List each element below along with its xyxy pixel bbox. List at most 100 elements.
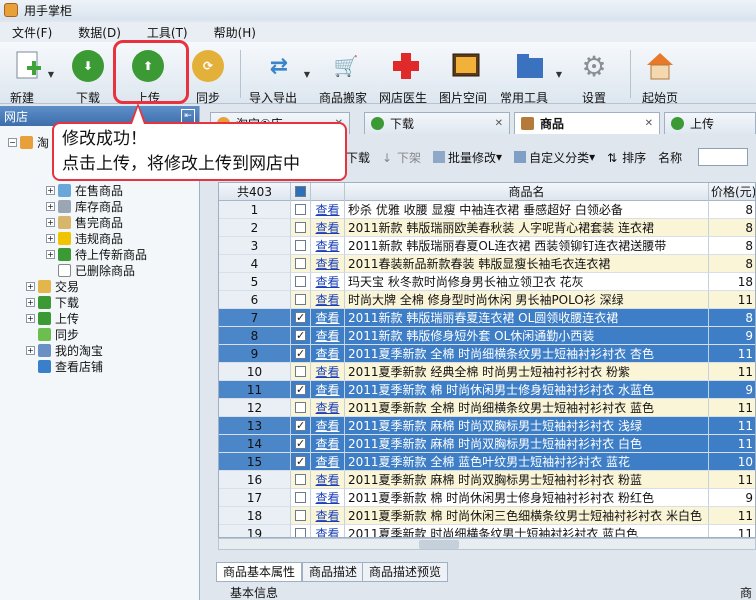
batch-edit-button[interactable]: 批量修改 ▾ bbox=[433, 149, 502, 166]
tree-item-pending-upload[interactable]: + 待上传新商品 bbox=[46, 246, 147, 262]
menu-data[interactable]: 数据(D) bbox=[78, 24, 121, 41]
tab-download[interactable]: 下载 ✕ bbox=[364, 112, 510, 134]
row-checkbox-cell[interactable] bbox=[291, 399, 311, 417]
tab-description-preview[interactable]: 商品描述预览 bbox=[362, 562, 449, 582]
row-checkbox-cell[interactable] bbox=[291, 291, 311, 309]
table-row[interactable]: 15 查看2011夏季新款 全棉 蓝色叶纹男士短袖衬衫衬衣 蓝花10 bbox=[219, 453, 755, 471]
row-checkbox[interactable] bbox=[295, 366, 306, 377]
row-checkbox[interactable] bbox=[295, 435, 306, 452]
expand-icon[interactable]: + bbox=[46, 217, 55, 227]
home-button[interactable]: 起始页 bbox=[632, 44, 688, 105]
horizontal-scrollbar[interactable] bbox=[218, 538, 756, 550]
expand-icon[interactable]: + bbox=[26, 281, 35, 291]
menu-tools[interactable]: 工具(T) bbox=[147, 24, 188, 41]
shelve-down-button[interactable]: ↓ 下架 bbox=[382, 149, 421, 166]
row-checkbox[interactable] bbox=[295, 258, 306, 269]
table-row[interactable]: 16 查看 2011夏季新款 麻棉 时尚双胸标男士短袖衬衫衬衣 粉蓝 11 bbox=[219, 471, 755, 489]
view-link[interactable]: 查看 bbox=[311, 417, 345, 435]
tree-item-stock[interactable]: + 库存商品 bbox=[46, 198, 123, 214]
view-link[interactable]: 查看 bbox=[311, 345, 345, 363]
menu-file[interactable]: 文件(F) bbox=[12, 24, 52, 41]
tree-item-shop[interactable]: − 淘 bbox=[8, 134, 49, 150]
row-checkbox-cell[interactable] bbox=[291, 525, 311, 537]
table-row[interactable]: 7 查看2011新款 韩版瑞丽春夏连衣裙 OL圆领收腰连衣裙8 bbox=[219, 309, 755, 327]
tree-item-on-sale[interactable]: + 在售商品 bbox=[46, 182, 123, 198]
row-checkbox-cell[interactable] bbox=[291, 237, 311, 255]
view-link[interactable]: 查看 bbox=[311, 525, 345, 537]
view-link[interactable]: 查看 bbox=[311, 255, 345, 273]
table-row[interactable]: 8 查看2011新款 韩版修身短外套 OL休闲通勤小西装9 bbox=[219, 327, 755, 345]
table-row[interactable]: 18 查看 2011夏季新款 棉 时尚休闲三色细横条纹男士短袖衬衫衬衣 米白色 11 bbox=[219, 507, 755, 525]
close-icon[interactable]: ✕ bbox=[495, 118, 503, 129]
tools-button[interactable]: ▼ 常用工具 bbox=[496, 44, 564, 105]
table-row[interactable]: 10 查看 2011夏季新款 经典全棉 时尚男士短袖衬衫衬衣 粉紫 11 bbox=[219, 363, 755, 381]
view-link[interactable]: 查看 bbox=[311, 309, 345, 327]
row-checkbox-cell[interactable] bbox=[291, 201, 311, 219]
view-link[interactable]: 查看 bbox=[311, 201, 345, 219]
row-checkbox-cell[interactable] bbox=[291, 453, 311, 471]
table-row[interactable]: 17 查看 2011夏季新款 棉 时尚休闲男士修身短袖衬衫衬衣 粉红色 9 bbox=[219, 489, 755, 507]
row-checkbox-cell[interactable] bbox=[291, 255, 311, 273]
view-link[interactable]: 查看 bbox=[311, 237, 345, 255]
view-link[interactable]: 查看 bbox=[311, 453, 345, 471]
table-row[interactable]: 13 查看2011夏季新款 麻棉 时尚双胸标男士短袖衬衫衬衣 浅绿11 bbox=[219, 417, 755, 435]
row-checkbox[interactable] bbox=[295, 240, 306, 251]
table-row[interactable]: 11 查看2011夏季新款 棉 时尚休闲男士修身短袖衬衫衬衣 水蓝色9 bbox=[219, 381, 755, 399]
settings-button[interactable]: ⚙ 设置 bbox=[566, 44, 622, 106]
chevron-down-icon[interactable]: ▼ bbox=[48, 70, 54, 79]
table-row[interactable]: 6 查看 时尚大牌 全棉 修身型时尚休闲 男长袖POLO衫 深绿 11 bbox=[219, 291, 755, 309]
row-checkbox[interactable] bbox=[295, 204, 306, 215]
row-checkbox[interactable] bbox=[295, 345, 306, 362]
row-checkbox[interactable] bbox=[295, 474, 306, 485]
table-row[interactable]: 1 查看 秒杀 优雅 收腰 显瘦 中袖连衣裙 垂感超好 白领必备 8 bbox=[219, 201, 755, 219]
row-checkbox[interactable] bbox=[295, 492, 306, 503]
row-checkbox-cell[interactable] bbox=[291, 273, 311, 291]
row-checkbox[interactable] bbox=[295, 417, 306, 434]
row-checkbox-cell[interactable] bbox=[291, 435, 311, 453]
expand-icon[interactable]: + bbox=[46, 233, 55, 243]
tab-upload[interactable]: 上传 bbox=[664, 112, 756, 134]
row-checkbox[interactable] bbox=[295, 528, 306, 537]
tree-item-sold-out[interactable]: + 售完商品 bbox=[46, 214, 123, 230]
select-all-checkbox[interactable] bbox=[295, 186, 306, 197]
new-button[interactable]: ▼ 新建 bbox=[0, 44, 56, 105]
expand-icon[interactable]: + bbox=[46, 249, 55, 259]
view-link[interactable]: 查看 bbox=[311, 435, 345, 453]
view-link[interactable]: 查看 bbox=[311, 399, 345, 417]
view-link[interactable]: 查看 bbox=[311, 273, 345, 291]
expand-icon[interactable]: + bbox=[46, 201, 55, 211]
select-all-header[interactable] bbox=[291, 183, 311, 201]
table-row[interactable]: 4 查看 2011春装新品新款春装 韩版显瘦长袖毛衣连衣裙 8 bbox=[219, 255, 755, 273]
close-icon[interactable]: ✕ bbox=[645, 118, 653, 129]
tab-description[interactable]: 商品描述 bbox=[302, 562, 365, 582]
row-checkbox-cell[interactable] bbox=[291, 363, 311, 381]
chevron-down-icon[interactable]: ▼ bbox=[304, 70, 310, 79]
tree-item-upload[interactable]: + 上传 bbox=[26, 310, 79, 326]
doctor-button[interactable]: 网店医生 bbox=[376, 44, 436, 105]
tree-item-violations[interactable]: + 违规商品 bbox=[46, 230, 123, 246]
view-link[interactable]: 查看 bbox=[311, 507, 345, 525]
row-checkbox-cell[interactable] bbox=[291, 327, 311, 345]
row-checkbox[interactable] bbox=[295, 453, 306, 470]
view-link[interactable]: 查看 bbox=[311, 291, 345, 309]
table-row[interactable]: 5 查看 玛天宝 秋冬款时尚修身男长袖立领卫衣 花灰 18 bbox=[219, 273, 755, 291]
tree-item-download[interactable]: + 下载 bbox=[26, 294, 79, 310]
row-checkbox[interactable] bbox=[295, 327, 306, 344]
row-checkbox[interactable] bbox=[295, 309, 306, 326]
custom-category-button[interactable]: 自定义分类 ▾ bbox=[514, 149, 595, 166]
expand-icon[interactable]: + bbox=[26, 313, 35, 323]
view-link[interactable]: 查看 bbox=[311, 363, 345, 381]
row-checkbox-cell[interactable] bbox=[291, 417, 311, 435]
view-link[interactable]: 查看 bbox=[311, 327, 345, 345]
download-button[interactable]: ⬇ 下载 bbox=[60, 44, 116, 105]
tab-products[interactable]: 商品 ✕ bbox=[514, 112, 660, 134]
table-row[interactable]: 14 查看2011夏季新款 麻棉 时尚双胸标男士短袖衬衫衬衣 白色11 bbox=[219, 435, 755, 453]
row-checkbox[interactable] bbox=[295, 510, 306, 521]
move-products-button[interactable]: 🛒 商品搬家 bbox=[316, 44, 376, 105]
download-products-button[interactable]: 下载 bbox=[346, 149, 370, 166]
menu-help[interactable]: 帮助(H) bbox=[214, 24, 256, 41]
table-row[interactable]: 3 查看 2011新款 韩版瑞丽春夏OL连衣裙 西装领铆钉连衣裙送腰带 8 bbox=[219, 237, 755, 255]
row-checkbox-cell[interactable] bbox=[291, 381, 311, 399]
name-search-input[interactable] bbox=[698, 148, 749, 166]
view-link[interactable]: 查看 bbox=[311, 471, 345, 489]
